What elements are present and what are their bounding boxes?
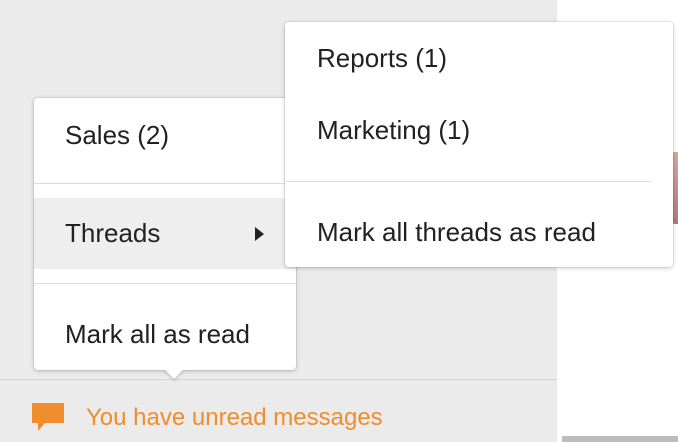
notification-divider: [0, 379, 557, 380]
submenu-divider: [285, 181, 651, 182]
submenu-item-reports-label: Reports (1): [317, 42, 448, 73]
menu-item-mark-all-read-label: Mark all as read: [65, 318, 250, 349]
unread-notification[interactable]: You have unread messages: [30, 398, 383, 438]
menu-item-mark-all-read[interactable]: Mark all as read: [34, 300, 296, 368]
submenu-item-reports[interactable]: Reports (1): [285, 24, 673, 92]
menu-item-sales-label: Sales (2): [65, 119, 170, 150]
chat-bubble-icon: [30, 400, 66, 436]
submenu-item-mark-threads-read-label: Mark all threads as read: [317, 216, 596, 247]
submenu-item-mark-threads-read[interactable]: Mark all threads as read: [285, 198, 673, 266]
submenu-item-marketing[interactable]: Marketing (1): [285, 96, 673, 164]
right-panel-bottom-strip: [562, 436, 678, 442]
notification-text: You have unread messages: [86, 404, 383, 431]
menu-item-threads-label: Threads: [65, 218, 161, 248]
menu-divider: [34, 283, 296, 284]
app-canvas: Sales (2) Threads Mark all as read Repor…: [0, 0, 678, 442]
submenu-arrow-icon: [255, 227, 264, 241]
threads-submenu: Reports (1) Marketing (1) Mark all threa…: [285, 22, 673, 267]
submenu-item-marketing-label: Marketing (1): [317, 114, 471, 145]
menu-divider: [34, 183, 296, 184]
menu-item-sales[interactable]: Sales (2): [34, 100, 296, 170]
unread-messages-menu: Sales (2) Threads Mark all as read: [34, 98, 296, 379]
menu-item-threads[interactable]: Threads: [34, 198, 296, 269]
